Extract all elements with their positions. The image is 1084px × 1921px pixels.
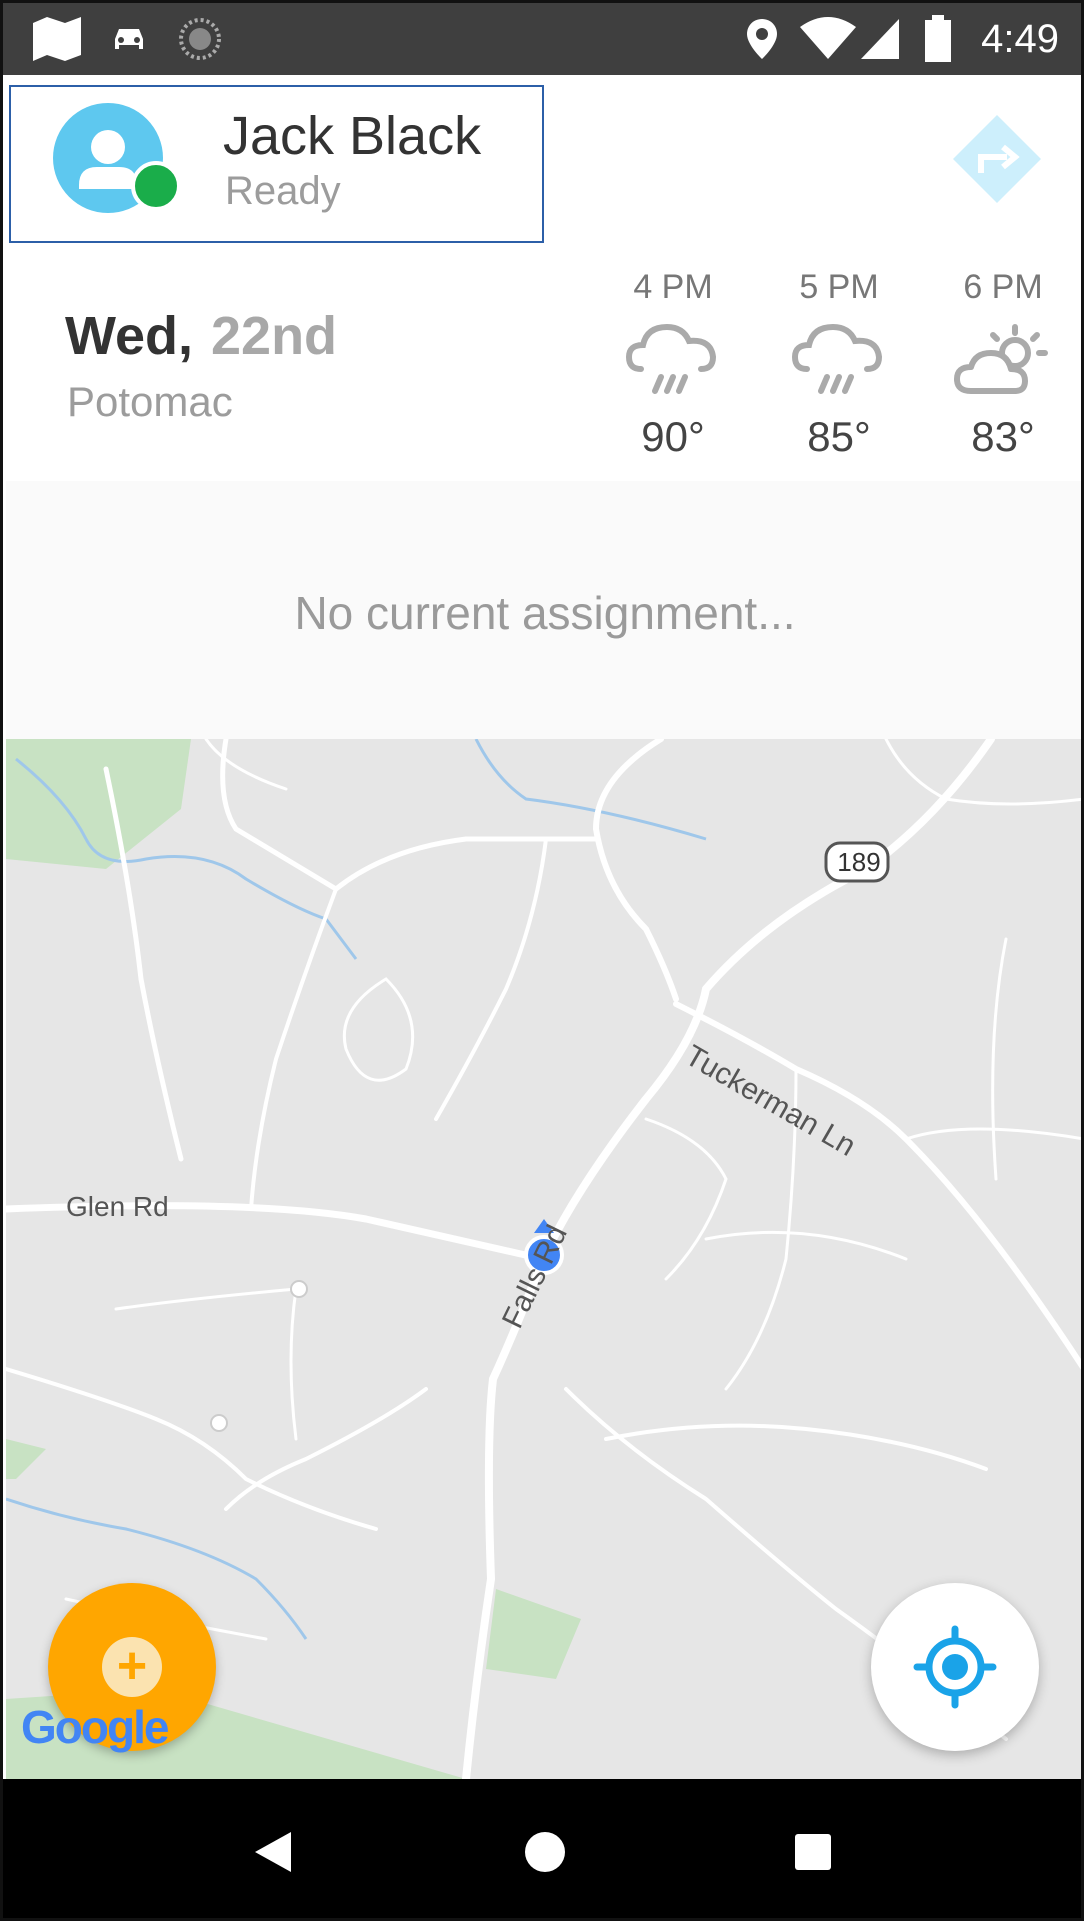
forecast-item: 4 PM 90° [598, 265, 748, 461]
rain-cloud-icon [625, 323, 717, 394]
forecast-temp: 90° [641, 413, 705, 460]
forecast-item: 5 PM 85° [764, 265, 914, 461]
driver-status: Ready [225, 169, 341, 213]
svg-text:Google: Google [21, 1701, 169, 1753]
rain-cloud-icon [791, 323, 883, 394]
wifi-icon [798, 3, 858, 75]
route-shield-189: 189 [837, 847, 881, 877]
status-time: 4:49 [981, 16, 1059, 61]
battery-icon [923, 3, 953, 75]
sync-icon [178, 3, 222, 75]
assignment-panel: No current assignment... [6, 481, 1081, 739]
crosshair-icon [913, 1625, 997, 1709]
app-frame: 4:49 Jack Black Ready Wed, 22nd Potomac … [0, 0, 1084, 1921]
back-icon[interactable] [213, 1779, 333, 1918]
assignment-message: No current assignment... [294, 587, 796, 639]
directions-button[interactable] [951, 113, 1043, 205]
city-name: Potomac [67, 378, 233, 425]
forecast-temp: 85° [807, 413, 871, 460]
forecast-temp: 83° [971, 413, 1035, 460]
map-label-glen-rd: Glen Rd [66, 1191, 169, 1222]
home-icon[interactable] [485, 1779, 605, 1918]
my-location-button[interactable] [871, 1583, 1039, 1751]
forecast-item: 6 PM 83° [928, 265, 1078, 461]
recents-icon[interactable] [753, 1779, 873, 1918]
system-nav-bar [3, 1779, 1081, 1918]
directions-icon [953, 115, 1041, 203]
signal-icon [859, 3, 901, 75]
date-day: Wed, [65, 306, 194, 366]
map-icon [31, 3, 83, 75]
google-logo: Google [21, 1699, 181, 1767]
online-status-indicator [131, 161, 181, 211]
car-icon [111, 3, 147, 75]
partly-sunny-icon [954, 324, 1048, 394]
forecast-time: 4 PM [633, 268, 713, 306]
date-number: 22nd [211, 306, 338, 366]
forecast-time: 6 PM [963, 268, 1043, 306]
status-bar: 4:49 [3, 3, 1081, 75]
location-pin-icon [745, 3, 779, 75]
driver-name: Jack Black [223, 106, 482, 166]
forecast-time: 5 PM [799, 268, 879, 306]
plus-icon: + [102, 1637, 162, 1697]
